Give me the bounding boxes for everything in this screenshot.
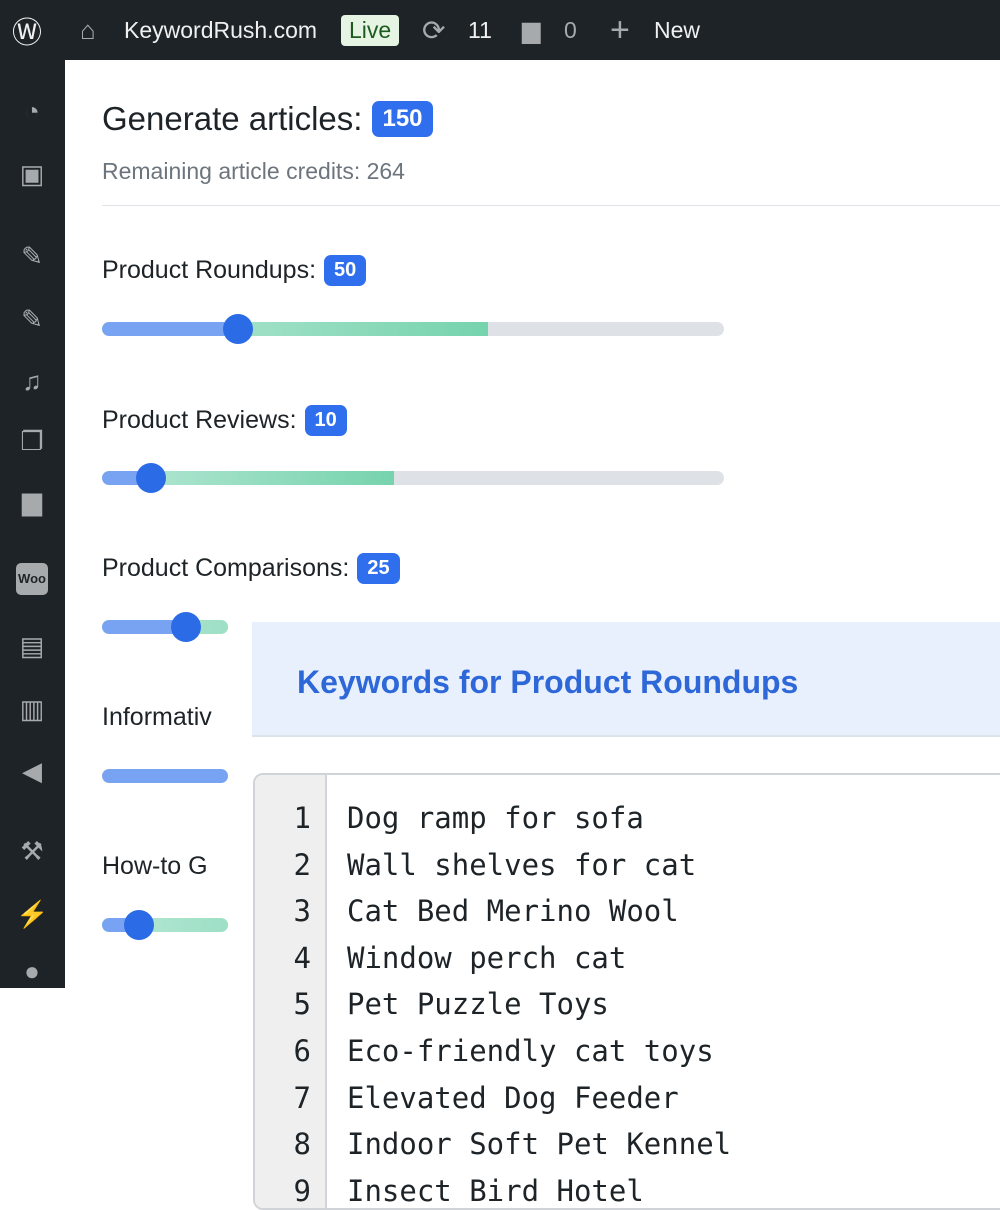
slider-label-text: Informativ	[102, 703, 212, 731]
slider-track[interactable]	[102, 918, 228, 932]
keywords-editor[interactable]: 1 Dog ramp for sofa 2 Wall shelves for cat 3…	[253, 773, 1000, 1210]
line-number: 5	[293, 987, 311, 1022]
wordpress-logo-icon[interactable]: Ⓦ	[12, 0, 42, 60]
slider-value-badge: 25	[357, 553, 400, 584]
keyword-line[interactable]: Elevated Dog Feeder	[347, 1075, 679, 1121]
slider-label: Product Reviews: 10	[102, 405, 347, 436]
line-number: 1	[293, 801, 311, 835]
megaphone-icon[interactable]: ◀	[16, 755, 48, 787]
line-number: 7	[293, 1080, 311, 1115]
keyword-line[interactable]: Indoor Soft Pet Kennel	[347, 1121, 731, 1167]
slider-thumb[interactable]	[136, 463, 167, 493]
pin-icon[interactable]: ✎	[16, 303, 48, 335]
slider-label-text: Product Reviews:	[102, 406, 297, 434]
slider-label-text: Product Comparisons:	[102, 554, 350, 582]
dashboard-icon[interactable]: ◔	[16, 95, 48, 127]
media-icon[interactable]: ♫	[16, 365, 48, 397]
panel-header: Keywords for Product Roundups	[252, 622, 1000, 737]
line-number: 6	[293, 1034, 311, 1068]
updates-count[interactable]: 11	[468, 0, 492, 60]
line-number: 4	[293, 940, 311, 975]
admin-bar: Ⓦ ⌂ KeywordRush.com Live ⟳ 11 ▆ 0 + New	[0, 0, 1000, 60]
archive-icon[interactable]: ▤	[16, 630, 48, 662]
slider-value-badge: 50	[324, 255, 367, 286]
keyword-line[interactable]: Dog ramp for sofa	[347, 795, 644, 841]
slider-thumb[interactable]	[170, 612, 201, 642]
plus-icon[interactable]: +	[610, 0, 630, 60]
comments-count[interactable]: 0	[564, 0, 577, 60]
pin-icon[interactable]: ✎	[16, 240, 48, 272]
slider-track[interactable]	[102, 471, 724, 485]
slider-fill	[102, 322, 241, 336]
slider-thumb[interactable]	[223, 314, 254, 344]
slider-label: How-to G	[102, 852, 228, 881]
slider-fill	[102, 769, 228, 783]
slider-thumb[interactable]	[123, 910, 154, 940]
slider-value-badge: 10	[304, 405, 347, 436]
slider-track[interactable]	[102, 620, 228, 634]
slider-track[interactable]	[102, 769, 228, 783]
admin-sidebar: ◔ ▣ ✎ ✎ ♫ ❐ ▆ Woo ▤ ▥ ◀ ⚒ ⚡ ●	[0, 60, 65, 988]
keyword-line[interactable]: Wall shelves for cat	[347, 842, 696, 888]
title-text: Generate articles:	[102, 100, 363, 137]
page-title: Generate articles: 150	[102, 100, 433, 138]
comments-icon[interactable]: ▆	[522, 0, 540, 60]
comments-icon[interactable]: ▆	[16, 485, 48, 517]
site-name-link[interactable]: KeywordRush.com	[124, 0, 317, 60]
updates-icon[interactable]: ⟳	[422, 0, 445, 60]
home-icon[interactable]: ⌂	[80, 0, 96, 60]
screen-icon[interactable]: ▣	[16, 158, 48, 190]
line-number: 2	[293, 847, 311, 882]
plugins-icon[interactable]: ⚡	[16, 898, 48, 930]
panel-title: Keywords for Product Roundups	[297, 664, 799, 700]
line-number: 8	[293, 1127, 311, 1162]
keyword-line[interactable]: Eco-friendly cat toys	[347, 1028, 714, 1074]
total-badge: 150	[372, 101, 433, 137]
slider-label-text: Product Roundups:	[102, 256, 317, 284]
credits-text: Remaining article credits: 264	[102, 158, 405, 184]
analytics-icon[interactable]: ▥	[16, 693, 48, 725]
divider	[102, 205, 1000, 206]
keyword-line[interactable]: Insect Bird Hotel	[347, 1168, 644, 1208]
new-link[interactable]: New	[654, 0, 700, 60]
users-icon[interactable]: ●	[16, 955, 48, 987]
live-badge: Live	[341, 14, 400, 46]
keywords-panel: Keywords for Product Roundups 1 Dog ramp …	[252, 622, 1000, 1210]
woocommerce-icon[interactable]: Woo	[16, 563, 48, 595]
line-number: 9	[293, 1173, 311, 1208]
appearance-icon[interactable]: ⚒	[16, 835, 48, 867]
keyword-line[interactable]: Pet Puzzle Toys	[347, 981, 609, 1027]
slider-label: Product Roundups: 50	[102, 255, 367, 286]
slider-label: Product Comparisons: 25	[102, 553, 400, 584]
line-number: 3	[293, 894, 311, 929]
slider-label-text: How-to G	[102, 852, 208, 880]
keyword-line[interactable]: Window perch cat	[347, 935, 626, 981]
slider-track[interactable]	[102, 322, 724, 336]
slider-label: Informativ	[102, 703, 228, 732]
pages-icon[interactable]: ❐	[16, 425, 48, 457]
keyword-line[interactable]: Cat Bed Merino Wool	[347, 888, 679, 934]
